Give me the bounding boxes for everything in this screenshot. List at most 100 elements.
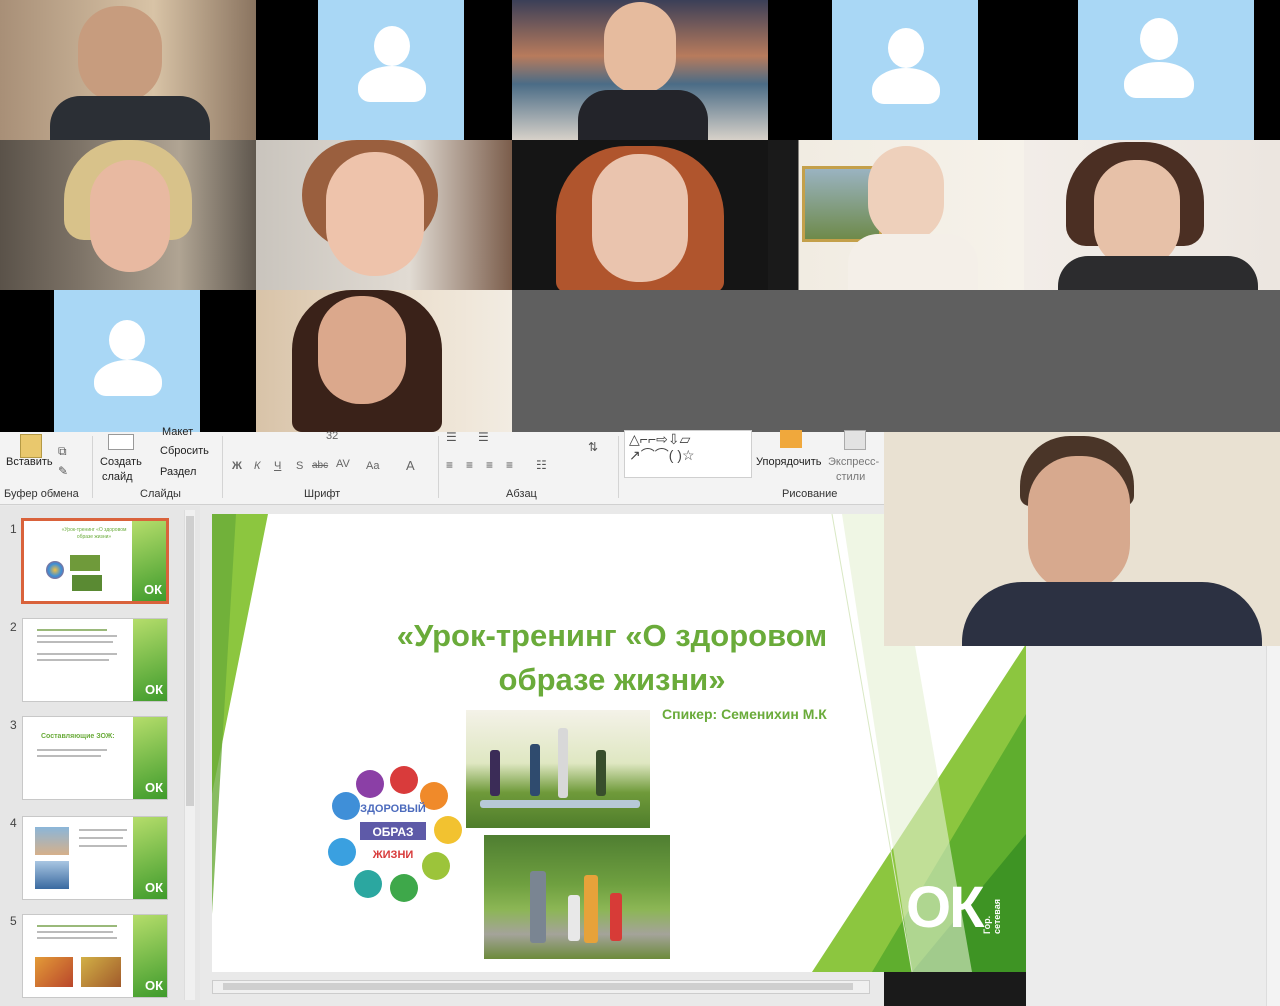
thumb-text-line: [37, 925, 117, 927]
person-shirt: [1058, 256, 1258, 290]
person-face: [592, 154, 688, 282]
participant-avatar-tile-4[interactable]: [768, 0, 1024, 140]
thumb-image: [72, 575, 102, 591]
paste-button[interactable]: Вставить: [6, 456, 53, 468]
numbering-icon[interactable]: ☰: [478, 430, 489, 444]
thumbnails-scrollbar[interactable]: [184, 510, 195, 1000]
new-slide-button-line2[interactable]: слайд: [102, 471, 133, 483]
slide-thumbnail-1[interactable]: «Урок-тренинг «О здоровом образе жизни» …: [21, 518, 169, 604]
quick-styles-button[interactable]: Экспресс-: [828, 456, 879, 468]
thumb-ok-logo: ОК: [144, 880, 163, 895]
avatar-placeholder: [318, 0, 464, 140]
participant-video-8[interactable]: [512, 140, 768, 290]
right-scrollbar[interactable]: [1266, 646, 1280, 1006]
thumb-text-line: [37, 937, 117, 939]
slide-thumbnail-2[interactable]: ОК: [22, 618, 168, 702]
thumb-number: 4: [10, 816, 17, 830]
thumb-text-line: [37, 931, 113, 933]
person-silhouette: [604, 2, 676, 94]
slides-group-label: Слайды: [140, 488, 181, 500]
person-face: [326, 152, 424, 276]
speaker-caption: Спикер: Семенихин М.К: [662, 706, 827, 722]
char-spacing-button[interactable]: AV: [336, 458, 350, 470]
shapes-gallery[interactable]: △⌐⌐⇨⇩▱ ↗⌒⌒( )☆: [624, 430, 752, 478]
shadow-button[interactable]: S: [296, 460, 303, 472]
italic-button[interactable]: К: [254, 460, 260, 472]
slide-thumbnail-4[interactable]: ОК: [22, 816, 168, 900]
align-right-icon[interactable]: ≡: [486, 458, 493, 472]
photo-figure: [530, 744, 540, 796]
presenter-video[interactable]: [884, 432, 1280, 646]
slide-horizontal-scrollbar[interactable]: [212, 980, 870, 994]
slide-title: «Урок-тренинг «О здоровом образе жизни»: [332, 614, 892, 702]
scrollbar-grip[interactable]: [186, 516, 194, 806]
paste-icon: [20, 434, 42, 458]
person-face: [318, 296, 406, 404]
font-size-select[interactable]: 32: [326, 430, 338, 442]
thumb-image: [70, 555, 100, 571]
align-left-icon[interactable]: ≡: [446, 458, 453, 472]
reset-button[interactable]: Сбросить: [160, 445, 209, 457]
user-icon-body: [1124, 62, 1194, 98]
bold-button[interactable]: Ж: [232, 460, 242, 472]
participant-video-12[interactable]: [256, 290, 512, 432]
participant-avatar-tile-5[interactable]: [1024, 0, 1280, 140]
participant-video-7[interactable]: [256, 140, 512, 290]
format-painter-icon[interactable]: ✎: [58, 464, 68, 478]
slide-thumbnail-3[interactable]: Составляющие ЗОЖ: ОК: [22, 716, 168, 800]
user-icon: [888, 28, 924, 68]
person-face: [90, 160, 170, 272]
participant-avatar-tile-11[interactable]: [0, 290, 256, 432]
thumb-ok-logo: ОК: [144, 978, 163, 993]
quick-styles-button-line2[interactable]: стили: [836, 471, 865, 483]
thumb-text-line: [79, 837, 123, 839]
photo-figure: [596, 750, 606, 796]
align-center-icon[interactable]: ≡: [466, 458, 473, 472]
arrange-icon: [780, 430, 802, 448]
photo-mat: [480, 800, 640, 808]
thumb-text-line: [79, 845, 127, 847]
ribbon-separator: [92, 436, 93, 498]
thumb-text-line: [37, 755, 101, 757]
user-icon: [374, 26, 410, 66]
slide-thumbnails-pane: 1 «Урок-тренинг «О здоровом образе жизни…: [0, 506, 200, 1006]
participant-video-10[interactable]: [1024, 140, 1280, 290]
participant-video-9[interactable]: [768, 140, 1024, 290]
change-case-button[interactable]: Aa: [366, 460, 379, 472]
paragraph-group-label: Абзац: [506, 488, 537, 500]
thumb-number: 1: [10, 522, 17, 536]
text-direction-icon[interactable]: ⇅: [588, 440, 598, 454]
person-shirt: [962, 582, 1262, 646]
thumb-image: [35, 861, 69, 889]
thumb-image: [81, 957, 121, 987]
layout-button[interactable]: Макет: [162, 426, 193, 438]
new-slide-button[interactable]: Создать: [100, 456, 142, 468]
ok-logo-caption: Гор. сетевая: [982, 899, 1002, 934]
bullets-icon[interactable]: ☰: [446, 430, 457, 444]
participant-video-1[interactable]: [0, 0, 256, 140]
participant-avatar-tile-2[interactable]: [256, 0, 512, 140]
slide-thumbnail-5[interactable]: ОК: [22, 914, 168, 998]
thumb-text-line: [37, 641, 113, 643]
participant-video-3[interactable]: [512, 0, 768, 140]
slide-title-line-1: «Урок-тренинг «О здоровом: [396, 618, 828, 653]
columns-icon[interactable]: ☷: [536, 458, 547, 472]
arrange-button[interactable]: Упорядочить: [756, 456, 821, 468]
user-icon: [1140, 18, 1178, 60]
scrollbar-grip[interactable]: [223, 983, 853, 990]
underline-button[interactable]: Ч: [274, 460, 281, 472]
photo-figure: [610, 893, 622, 941]
family-running-photo: [484, 835, 670, 959]
yoga-photo: [466, 710, 650, 828]
justify-icon[interactable]: ≡: [506, 458, 513, 472]
section-button[interactable]: Раздел: [160, 466, 196, 478]
participant-video-6[interactable]: [0, 140, 256, 290]
strikethrough-button[interactable]: abc: [312, 460, 328, 471]
thumb-number: 3: [10, 718, 17, 732]
font-color-button[interactable]: A: [406, 458, 415, 473]
user-icon-body: [94, 360, 162, 396]
ribbon-separator: [438, 436, 439, 498]
thumb-text-line: [37, 629, 107, 631]
copy-icon[interactable]: ⧉: [58, 444, 67, 459]
thumb-number: 2: [10, 620, 17, 634]
